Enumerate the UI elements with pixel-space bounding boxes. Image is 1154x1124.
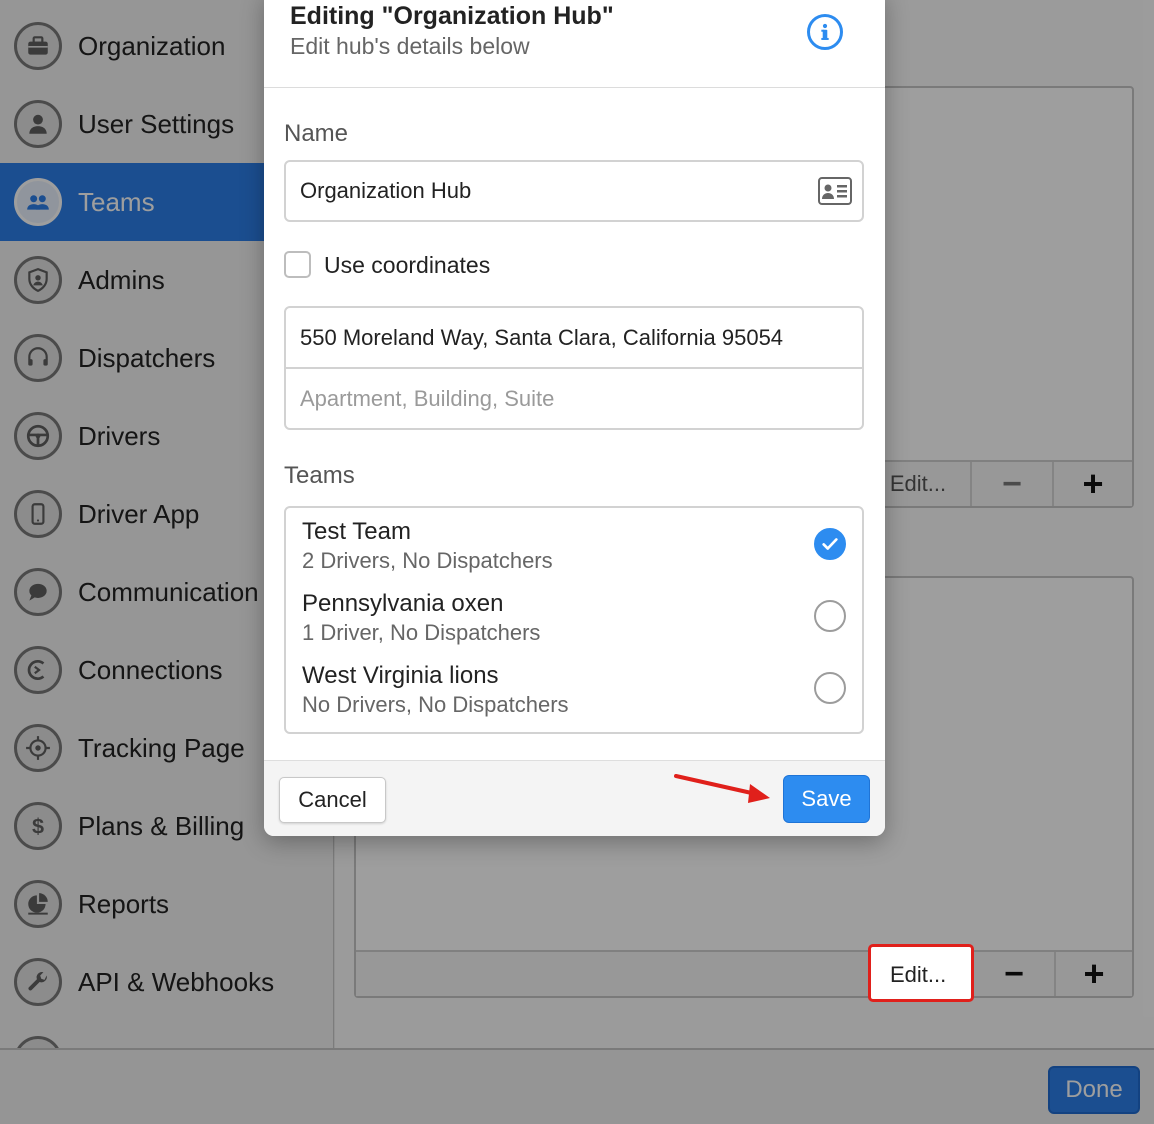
hub-name-input[interactable]: Organization Hub: [284, 160, 864, 222]
use-coordinates-checkbox[interactable]: [284, 251, 311, 278]
address-line2-input[interactable]: Apartment, Building, Suite: [286, 369, 862, 428]
team-meta: No Drivers, No Dispatchers: [302, 692, 569, 717]
unchecked-circle-icon[interactable]: [814, 600, 846, 632]
team-option[interactable]: Pennsylvania oxen 1 Driver, No Dispatche…: [286, 580, 862, 652]
team-name: West Virginia lions: [302, 662, 499, 689]
team-meta: 2 Drivers, No Dispatchers: [302, 548, 553, 573]
address-line1-input[interactable]: 550 Moreland Way, Santa Clara, Californi…: [286, 308, 862, 369]
hub-name-value: Organization Hub: [300, 178, 472, 203]
team-meta: 1 Driver, No Dispatchers: [302, 620, 541, 645]
use-coordinates-label: Use coordinates: [324, 252, 491, 278]
team-option[interactable]: West Virginia lions No Drivers, No Dispa…: [286, 652, 862, 724]
name-label: Name: [284, 120, 349, 147]
dialog-title: Editing "Organization Hub": [290, 2, 614, 30]
save-button[interactable]: Save: [783, 775, 870, 823]
contact-card-icon: [818, 177, 852, 205]
annotation-arrow-icon: [674, 774, 770, 803]
cancel-button[interactable]: Cancel: [279, 777, 386, 823]
dialog-subtitle: Edit hub's details below: [290, 33, 530, 59]
team-option[interactable]: Test Team 2 Drivers, No Dispatchers: [286, 508, 862, 580]
info-icon[interactable]: [807, 14, 843, 50]
hubs-edit-button-label[interactable]: Edit...: [890, 962, 946, 988]
unchecked-circle-icon[interactable]: [814, 672, 846, 704]
teams-selection-list: Test Team 2 Drivers, No Dispatchers Penn…: [284, 506, 864, 734]
dialog-header: Editing "Organization Hub" Edit hub's de…: [264, 0, 885, 88]
dialog-footer: Cancel Save: [264, 760, 885, 836]
team-name: Test Team: [302, 518, 411, 545]
teams-label: Teams: [284, 462, 355, 489]
checkmark-icon[interactable]: [814, 528, 846, 560]
address-fieldset: 550 Moreland Way, Santa Clara, Californi…: [284, 306, 864, 430]
edit-hub-dialog: Editing "Organization Hub" Edit hub's de…: [264, 0, 885, 836]
team-name: Pennsylvania oxen: [302, 590, 504, 617]
